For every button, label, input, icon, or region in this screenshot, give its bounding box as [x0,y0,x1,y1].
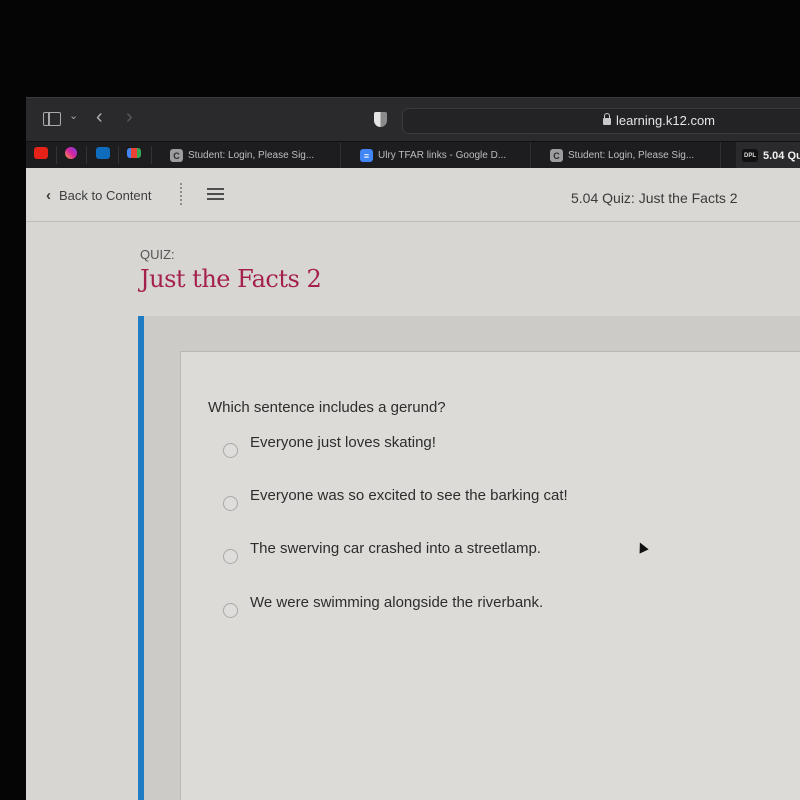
favicon-c-icon: C [550,149,563,162]
drag-handle[interactable] [180,183,182,205]
radio-button[interactable] [223,549,238,564]
sidebar-toggle-icon[interactable] [43,112,61,126]
outlook-icon[interactable] [96,147,110,159]
browser-window: ⌄ ‹ › learning.k12.com C Student: Login,… [26,97,800,800]
question-text: Which sentence includes a gerund? [208,399,446,416]
tab-student-login-1[interactable]: C Student: Login, Please Sig... [170,142,341,169]
quiz-title: Just the Facts 2 [140,265,322,293]
menu-icon[interactable] [207,188,224,200]
tab-google-doc[interactable]: ≡ Ulry TFAR links - Google D... [360,142,531,169]
dpl-favicon-icon: DPL [742,149,758,162]
quiz-label: QUIZ: [140,247,175,262]
address-url[interactable]: learning.k12.com [603,113,715,128]
lesson-header: ‹ Back to Content 5.04 Quiz: Just the Fa… [26,168,800,222]
lesson-title: 5.04 Quiz: Just the Facts 2 [571,190,738,206]
tab-strip: C Student: Login, Please Sig... ≡ Ulry T… [26,141,800,169]
gmail-icon[interactable] [127,148,141,158]
radio-button[interactable] [223,496,238,511]
privacy-shield-icon[interactable] [374,112,387,127]
radio-button[interactable] [223,443,238,458]
favicon-c-icon: C [170,149,183,162]
youtube-icon[interactable] [34,147,48,159]
chevron-down-icon[interactable]: ⌄ [69,111,78,122]
question-card: Which sentence includes a gerund? Everyo… [180,351,800,800]
answer-option[interactable]: Everyone just loves skating! [223,434,436,458]
radio-button[interactable] [223,603,238,618]
chevron-left-icon: ‹ [46,187,51,204]
answer-option[interactable]: The swerving car crashed into a streetla… [223,540,541,564]
back-arrow-icon[interactable]: ‹ [96,107,103,127]
tab-quiz-active[interactable]: DPL 5.04 Qui [736,142,800,169]
instagram-icon[interactable] [65,147,77,159]
forward-arrow-icon[interactable]: › [126,107,133,127]
address-bar[interactable]: learning.k12.com [402,108,800,134]
lock-icon [603,113,611,125]
browser-toolbar: ⌄ ‹ › learning.k12.com [26,97,800,142]
back-to-content-link[interactable]: ‹ Back to Content [46,187,152,204]
answer-option[interactable]: We were swimming alongside the riverbank… [223,594,543,618]
tab-student-login-2[interactable]: C Student: Login, Please Sig... [550,142,721,169]
answer-option[interactable]: Everyone was so excited to see the barki… [223,487,568,511]
google-docs-icon: ≡ [360,149,373,162]
